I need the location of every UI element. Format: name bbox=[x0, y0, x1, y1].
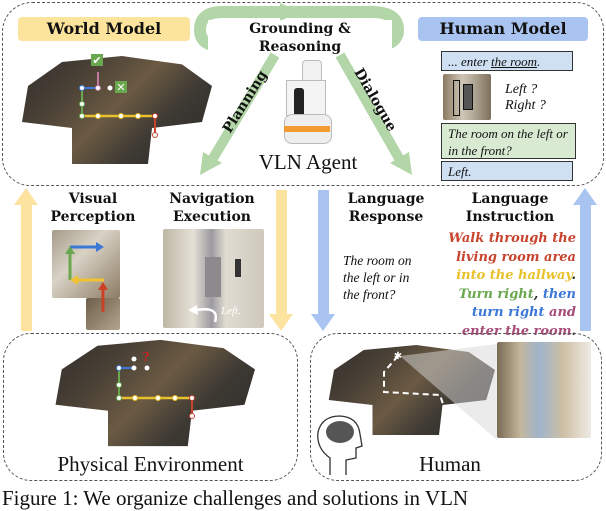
human-label: Human bbox=[419, 452, 481, 476]
brain-head-icon bbox=[317, 415, 363, 475]
figure-caption: Figure 1: We organize challenges and sol… bbox=[2, 486, 469, 510]
